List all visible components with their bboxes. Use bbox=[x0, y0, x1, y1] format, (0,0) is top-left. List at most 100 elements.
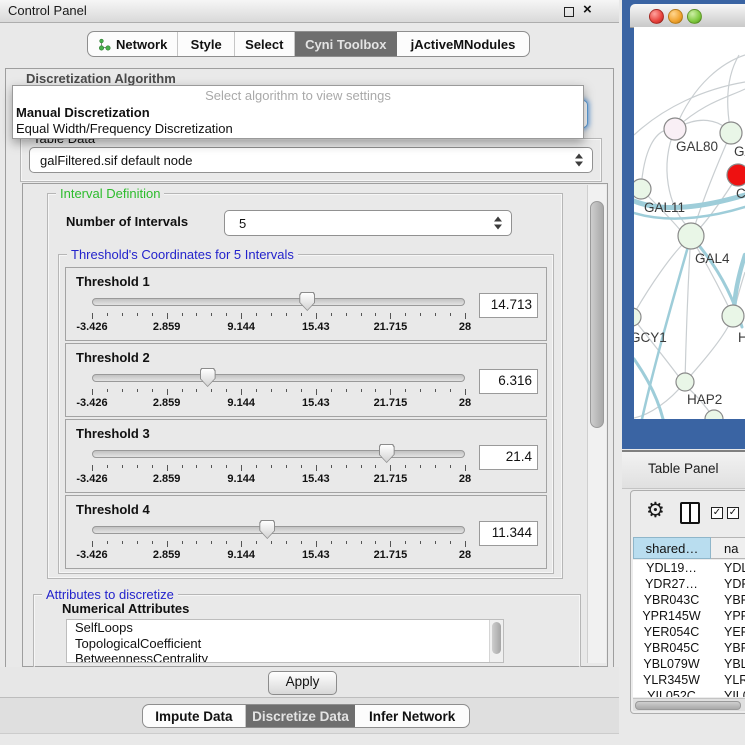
attribute-list-item[interactable]: TopologicalCoefficient bbox=[67, 636, 503, 652]
number-of-intervals-spinner[interactable]: 5 bbox=[224, 210, 512, 236]
table-row[interactable]: YBR043CYBR0 bbox=[633, 592, 745, 608]
zoom-traffic-light-icon[interactable] bbox=[687, 9, 702, 24]
table-data-combobox[interactable]: galFiltered.sif default node bbox=[29, 147, 593, 173]
cell-name[interactable]: YLR3 bbox=[710, 673, 745, 687]
checkbox-icon[interactable]: ✓ bbox=[727, 507, 739, 519]
slider-handle[interactable] bbox=[259, 520, 275, 539]
table-row[interactable]: YIL052CYIL0 bbox=[633, 688, 745, 697]
slider-handle[interactable] bbox=[299, 292, 315, 311]
cell-name[interactable]: YBR0 bbox=[710, 641, 745, 655]
table-row[interactable]: YLR345WYLR3 bbox=[633, 672, 745, 688]
table-row[interactable]: YER054CYER0 bbox=[633, 624, 745, 640]
table-row[interactable]: YDR27…YDR2 bbox=[633, 576, 745, 592]
close-icon[interactable]: × bbox=[583, 1, 592, 18]
network-window-titlebar bbox=[630, 4, 745, 28]
panel-vertical-scrollbar[interactable] bbox=[587, 185, 606, 663]
attributes-group: Attributes to discretize Numerical Attri… bbox=[33, 594, 581, 674]
gear-icon[interactable]: ⚙ bbox=[646, 499, 665, 523]
network-node[interactable] bbox=[664, 118, 686, 140]
threshold-label: Threshold 1 bbox=[66, 268, 546, 289]
close-traffic-light-icon[interactable] bbox=[649, 9, 664, 24]
column-header-name[interactable]: na bbox=[711, 537, 745, 559]
threshold-slider[interactable]: -3.4262.8599.14415.4321.71528 bbox=[92, 366, 465, 412]
attributes-list-scrollbar[interactable] bbox=[489, 620, 503, 662]
numerical-attributes-list[interactable]: SelfLoopsTopologicalCoefficientBetweenne… bbox=[66, 619, 504, 663]
cell-shared-name[interactable]: YDL19… bbox=[633, 561, 710, 575]
attribute-list-item[interactable]: BetweennessCentrality bbox=[67, 651, 503, 663]
table-row[interactable]: YBL079WYBL0 bbox=[633, 656, 745, 672]
slider-handle[interactable] bbox=[200, 368, 216, 387]
cell-shared-name[interactable]: YLR345W bbox=[633, 673, 710, 687]
network-node[interactable] bbox=[676, 373, 694, 391]
checkbox-icon[interactable]: ✓ bbox=[711, 507, 723, 519]
network-canvas[interactable]: GAL80GACGAL11GAL4GCY1HHAP2 bbox=[634, 27, 745, 419]
network-node-label: H bbox=[738, 330, 745, 345]
attribute-list-item[interactable]: SelfLoops bbox=[67, 620, 503, 636]
tab-network[interactable]: Network bbox=[88, 32, 178, 56]
network-node-label: C bbox=[736, 186, 745, 201]
network-node[interactable] bbox=[720, 122, 742, 144]
cell-shared-name[interactable]: YER054C bbox=[633, 625, 710, 639]
cell-shared-name[interactable]: YIL052C bbox=[633, 689, 710, 697]
table-horizontal-scrollbar[interactable] bbox=[633, 698, 745, 711]
network-window: GAL80GACGAL11GAL4GCY1HHAP2 bbox=[622, 0, 745, 449]
column-header-shared-name[interactable]: shared… bbox=[633, 537, 711, 559]
table-row[interactable]: YPR145WYPR1 bbox=[633, 608, 745, 624]
network-node[interactable] bbox=[727, 164, 745, 186]
network-node[interactable] bbox=[722, 305, 744, 327]
network-node-label: HAP2 bbox=[687, 392, 722, 407]
panel-scrollbar-thumb[interactable] bbox=[590, 201, 604, 428]
minimize-traffic-light-icon[interactable] bbox=[668, 9, 683, 24]
network-node[interactable] bbox=[705, 410, 723, 419]
threshold-slider[interactable]: -3.4262.8599.14415.4321.71528 bbox=[92, 290, 465, 336]
cell-name[interactable]: YPR1 bbox=[710, 609, 745, 623]
tab-discretize-data[interactable]: Discretize Data bbox=[246, 705, 356, 727]
cell-shared-name[interactable]: YDR27… bbox=[633, 577, 710, 591]
scale-tick-label: 15.43 bbox=[302, 473, 330, 485]
network-node[interactable] bbox=[678, 223, 704, 249]
cell-name[interactable]: YDR2 bbox=[710, 577, 745, 591]
dropdown-option-manual[interactable]: Manual Discretization bbox=[13, 105, 583, 121]
network-node[interactable] bbox=[634, 179, 651, 199]
threshold-value-field[interactable]: 11.344 bbox=[479, 521, 538, 546]
network-node[interactable] bbox=[634, 308, 641, 326]
network-node-label: GAL4 bbox=[695, 251, 730, 266]
cell-shared-name[interactable]: YBL079W bbox=[633, 657, 710, 671]
table-toolbar: ⚙ ✓ ✓ bbox=[631, 491, 745, 535]
table-scrollbar-thumb[interactable] bbox=[635, 701, 741, 710]
cell-name[interactable]: YIL0 bbox=[710, 689, 745, 697]
scale-tick-label: 21.715 bbox=[374, 549, 408, 561]
cell-name[interactable]: YDL1 bbox=[710, 561, 745, 575]
threshold-value-field[interactable]: 14.713 bbox=[479, 293, 538, 318]
threshold-value-field[interactable]: 21.4 bbox=[479, 445, 538, 470]
control-panel-titlebar: Control Panel × bbox=[0, 0, 619, 23]
table-panel-title: Table Panel bbox=[648, 461, 719, 476]
table-row[interactable]: YDL19…YDL1 bbox=[633, 560, 745, 576]
slider-handle[interactable] bbox=[379, 444, 395, 463]
columns-icon[interactable] bbox=[680, 502, 700, 524]
float-window-icon[interactable] bbox=[564, 7, 574, 17]
apply-button[interactable]: Apply bbox=[268, 671, 337, 695]
cell-name[interactable]: YBL0 bbox=[710, 657, 745, 671]
screenshot-root: Control Panel × Network Style Select C bbox=[0, 0, 745, 745]
dropdown-option-equal-width[interactable]: Equal Width/Frequency Discretization bbox=[13, 121, 583, 137]
tab-jactivemnodules[interactable]: jActiveMNodules bbox=[397, 32, 529, 56]
cell-shared-name[interactable]: YBR045C bbox=[633, 641, 710, 655]
scale-tick-label: 9.144 bbox=[227, 549, 255, 561]
tab-style[interactable]: Style bbox=[178, 32, 235, 56]
threshold-slider[interactable]: -3.4262.8599.14415.4321.71528 bbox=[92, 442, 465, 488]
threshold-value-field[interactable]: 6.316 bbox=[479, 369, 538, 394]
number-of-intervals-label: Number of Intervals bbox=[66, 214, 188, 229]
cell-name[interactable]: YER0 bbox=[710, 625, 745, 639]
tab-infer-network[interactable]: Infer Network bbox=[355, 705, 469, 727]
cell-shared-name[interactable]: YBR043C bbox=[633, 593, 710, 607]
attributes-group-label: Attributes to discretize bbox=[42, 587, 178, 602]
cell-name[interactable]: YBR0 bbox=[710, 593, 745, 607]
tab-impute-data[interactable]: Impute Data bbox=[143, 705, 246, 727]
table-row[interactable]: YBR045CYBR0 bbox=[633, 640, 745, 656]
tab-cyni-toolbox[interactable]: Cyni Toolbox bbox=[295, 32, 397, 56]
cell-shared-name[interactable]: YPR145W bbox=[633, 609, 710, 623]
threshold-slider[interactable]: -3.4262.8599.14415.4321.71528 bbox=[92, 518, 465, 564]
tab-select[interactable]: Select bbox=[235, 32, 295, 56]
tab-select-label: Select bbox=[245, 37, 283, 52]
